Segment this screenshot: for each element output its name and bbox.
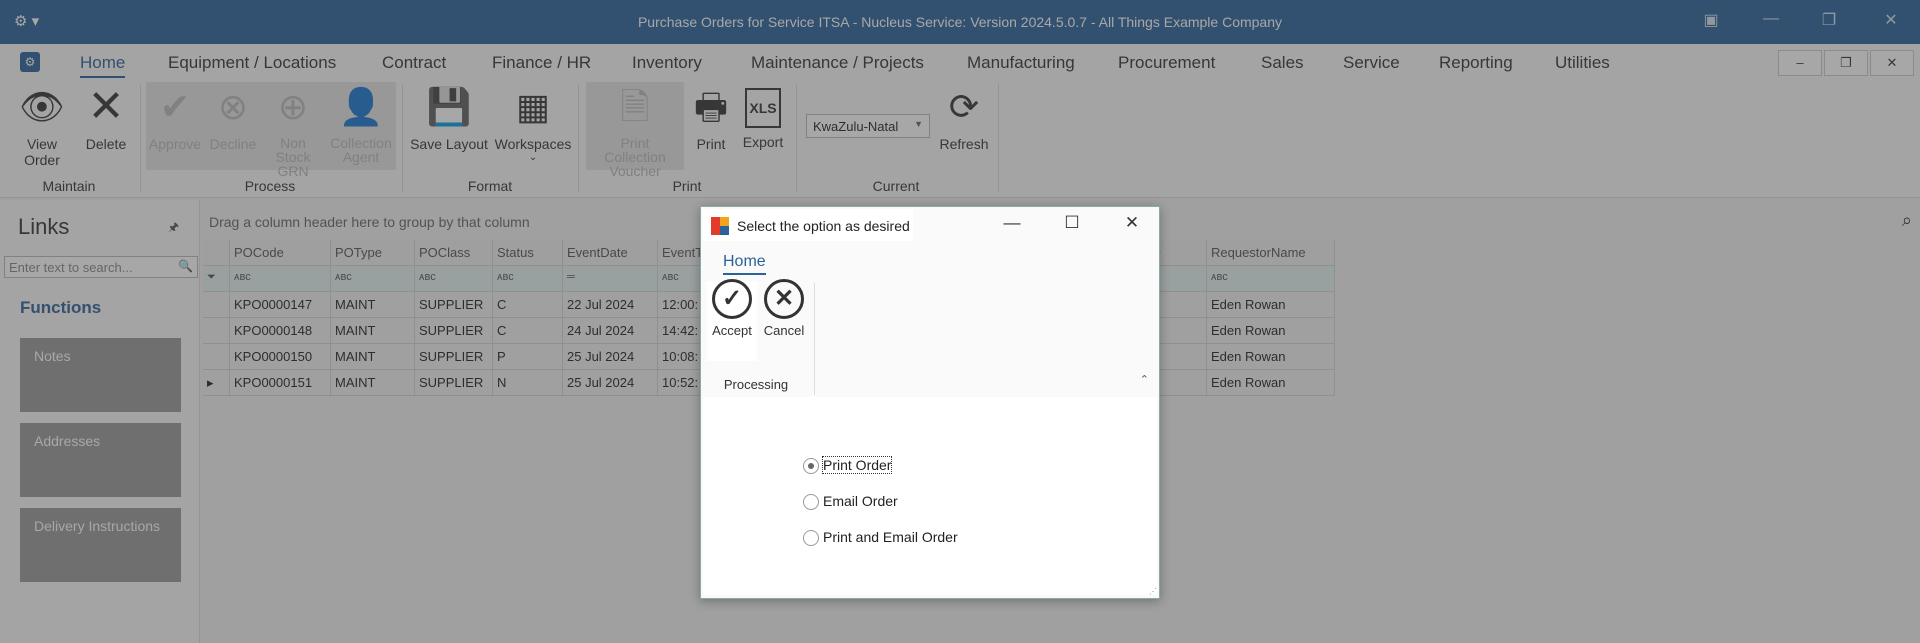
collapse-ribbon-icon[interactable]: ⌃ [1140,373,1149,386]
dialog-close-button[interactable]: ✕ [1117,213,1147,233]
resize-grip-icon[interactable]: ⋰ [1149,587,1157,596]
dialog-ribbon-separator [814,283,815,395]
radio-email-order[interactable]: Email Order [803,493,898,511]
radio-selected-icon [803,458,819,475]
app-logo-icon [711,217,729,235]
dialog-maximize-button[interactable]: ☐ [1057,213,1087,233]
radio-icon [803,530,819,547]
dialog-minimize-button[interactable]: — [997,213,1027,233]
accept-button[interactable]: ✓ Accept [707,279,757,338]
dialog-title: Select the option as desired [737,218,910,234]
radio-icon [803,494,819,511]
radio-print-order[interactable]: Print Order [803,456,893,475]
select-option-dialog: Select the option as desired — ☐ ✕ Home … [700,206,1160,599]
cancel-x-icon: ✕ [764,279,804,319]
cancel-button[interactable]: ✕ Cancel [759,279,809,338]
dialog-tab-home[interactable]: Home [723,253,766,275]
dialog-group-processing: Processing [723,377,789,392]
dialog-options-panel: Print Order Email Order Print and Email … [703,397,1157,595]
accept-check-icon: ✓ [712,279,752,319]
dialog-title-area: Select the option as desired [703,209,913,241]
radio-print-and-email-order[interactable]: Print and Email Order [803,529,958,547]
